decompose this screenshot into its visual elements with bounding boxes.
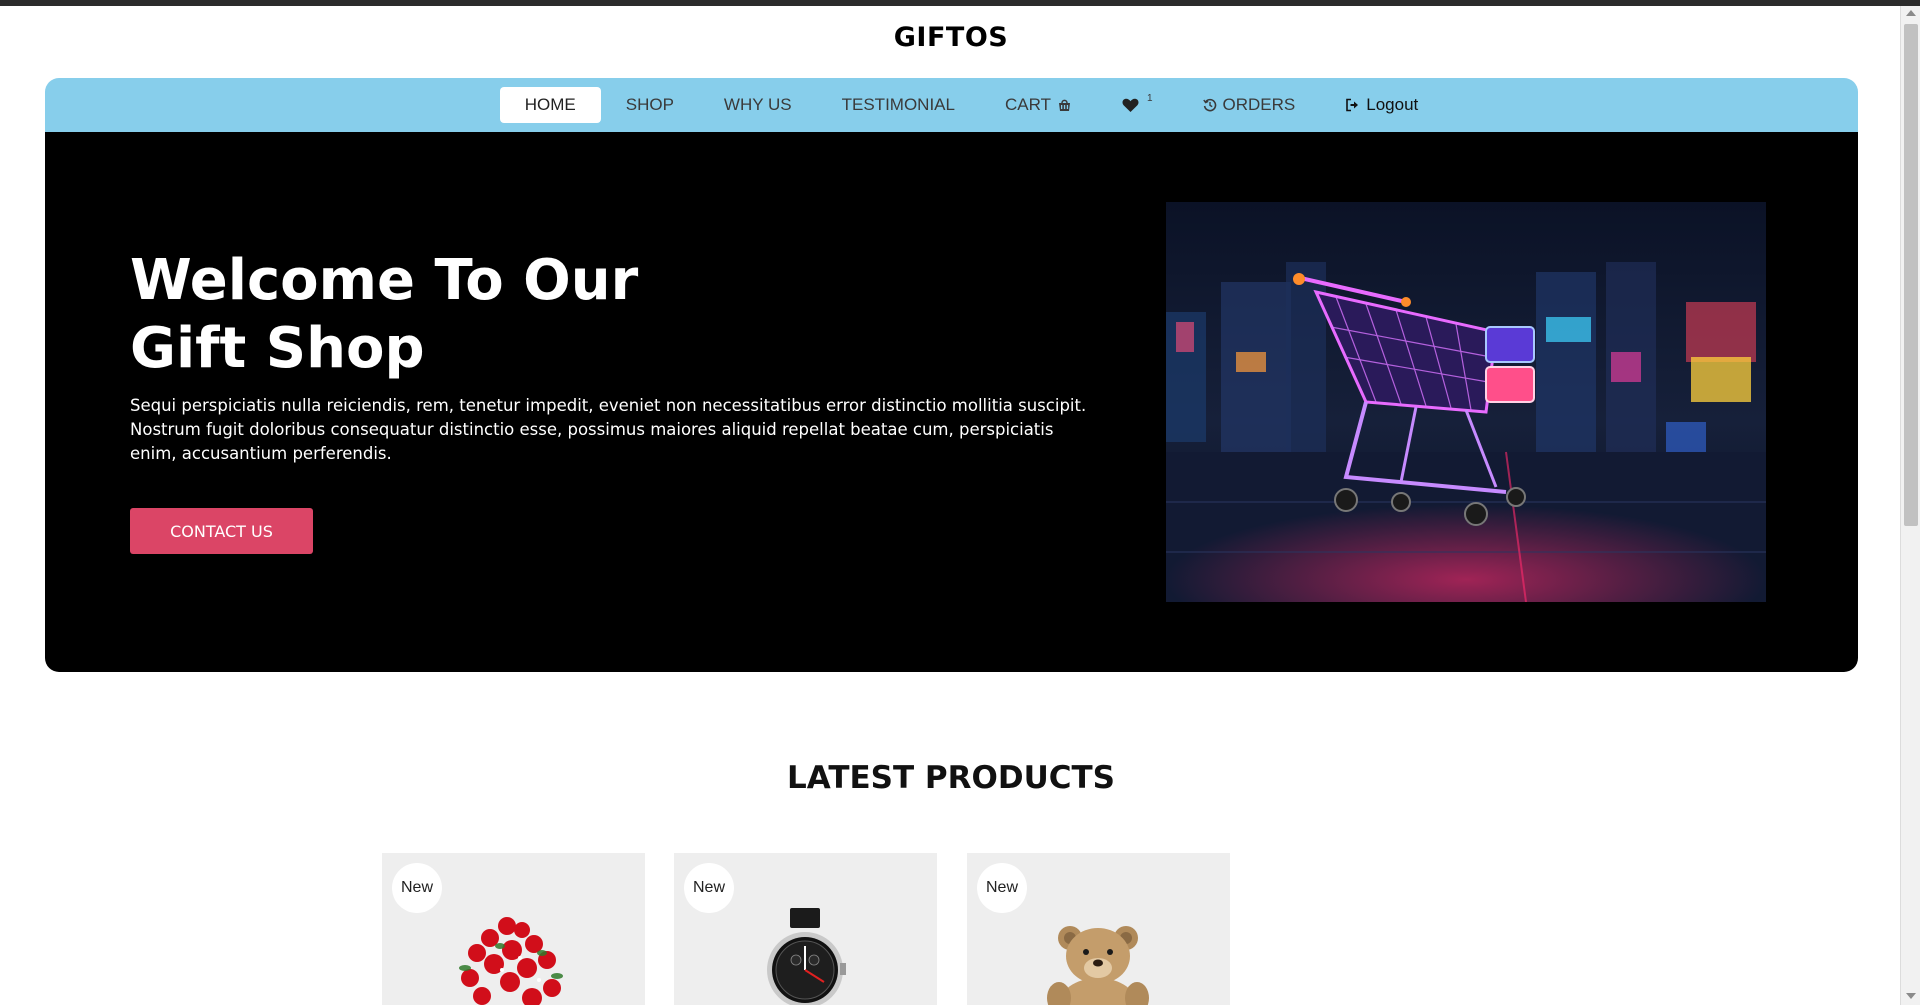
hero-title: Welcome To Our Gift Shop: [130, 247, 830, 383]
nav-home-label: HOME: [524, 95, 576, 114]
nav-list: HOME SHOP WHY US TESTIMONIAL CART 1 ORDE…: [45, 78, 1858, 132]
nav-why-us[interactable]: WHY US: [699, 87, 817, 123]
nav-logout[interactable]: Logout: [1320, 87, 1443, 123]
product-card[interactable]: New: [382, 853, 645, 1005]
nav-home[interactable]: HOME: [499, 87, 601, 123]
hero-title-line1: Welcome To Our: [130, 248, 639, 313]
product-card[interactable]: New: [967, 853, 1230, 1005]
scroll-up-arrow-icon[interactable]: [1906, 10, 1916, 16]
nav-cart-label: CART: [1004, 95, 1051, 114]
wishlist-count-badge: 1: [1146, 92, 1153, 104]
hero-description: Sequi perspiciatis nulla reiciendis, rem…: [130, 396, 1087, 463]
nav-orders[interactable]: ORDERS: [1178, 87, 1321, 123]
scroll-down-arrow-icon[interactable]: [1906, 993, 1916, 999]
hero-shopping-cart-image: [1166, 202, 1766, 602]
brand-logo[interactable]: GIFTOS: [0, 22, 1902, 53]
nav-shop[interactable]: SHOP: [601, 87, 699, 123]
heart-icon: [1122, 98, 1139, 113]
scroll-thumb[interactable]: [1904, 24, 1918, 526]
history-icon: [1202, 98, 1217, 112]
browser-top-strip: [0, 0, 1920, 6]
contact-us-button[interactable]: CONTACT US: [130, 508, 313, 554]
new-badge: New: [392, 863, 442, 913]
nav-orders-label: ORDERS: [1222, 95, 1296, 114]
nav-testimonial-label: TESTIMONIAL: [841, 95, 955, 114]
nav-wishlist[interactable]: 1: [1097, 90, 1178, 121]
new-badge: New: [977, 863, 1027, 913]
new-badge: New: [684, 863, 734, 913]
hero-title-line2: Gift Shop: [130, 316, 425, 381]
nav-logout-label: Logout: [1366, 95, 1419, 114]
product-image-teddy-bear: [1047, 926, 1149, 1005]
product-image-roses: [459, 917, 563, 1005]
product-card[interactable]: New: [674, 853, 937, 1005]
shopping-bag-icon: [1057, 98, 1072, 112]
latest-products-title: LATEST PRODUCTS: [787, 760, 1115, 796]
sign-out-icon: [1345, 98, 1360, 112]
nav-cart[interactable]: CART: [980, 87, 1097, 123]
product-image-watch: [767, 908, 846, 1005]
page-scrollbar[interactable]: [1900, 6, 1920, 1005]
main-navbar: HOME SHOP WHY US TESTIMONIAL CART 1 ORDE…: [45, 78, 1858, 132]
nav-testimonial[interactable]: TESTIMONIAL: [817, 87, 980, 123]
hero-section: Welcome To Our Gift Shop Sequi perspicia…: [45, 132, 1858, 672]
nav-why-us-label: WHY US: [723, 95, 792, 114]
nav-shop-label: SHOP: [625, 95, 674, 114]
